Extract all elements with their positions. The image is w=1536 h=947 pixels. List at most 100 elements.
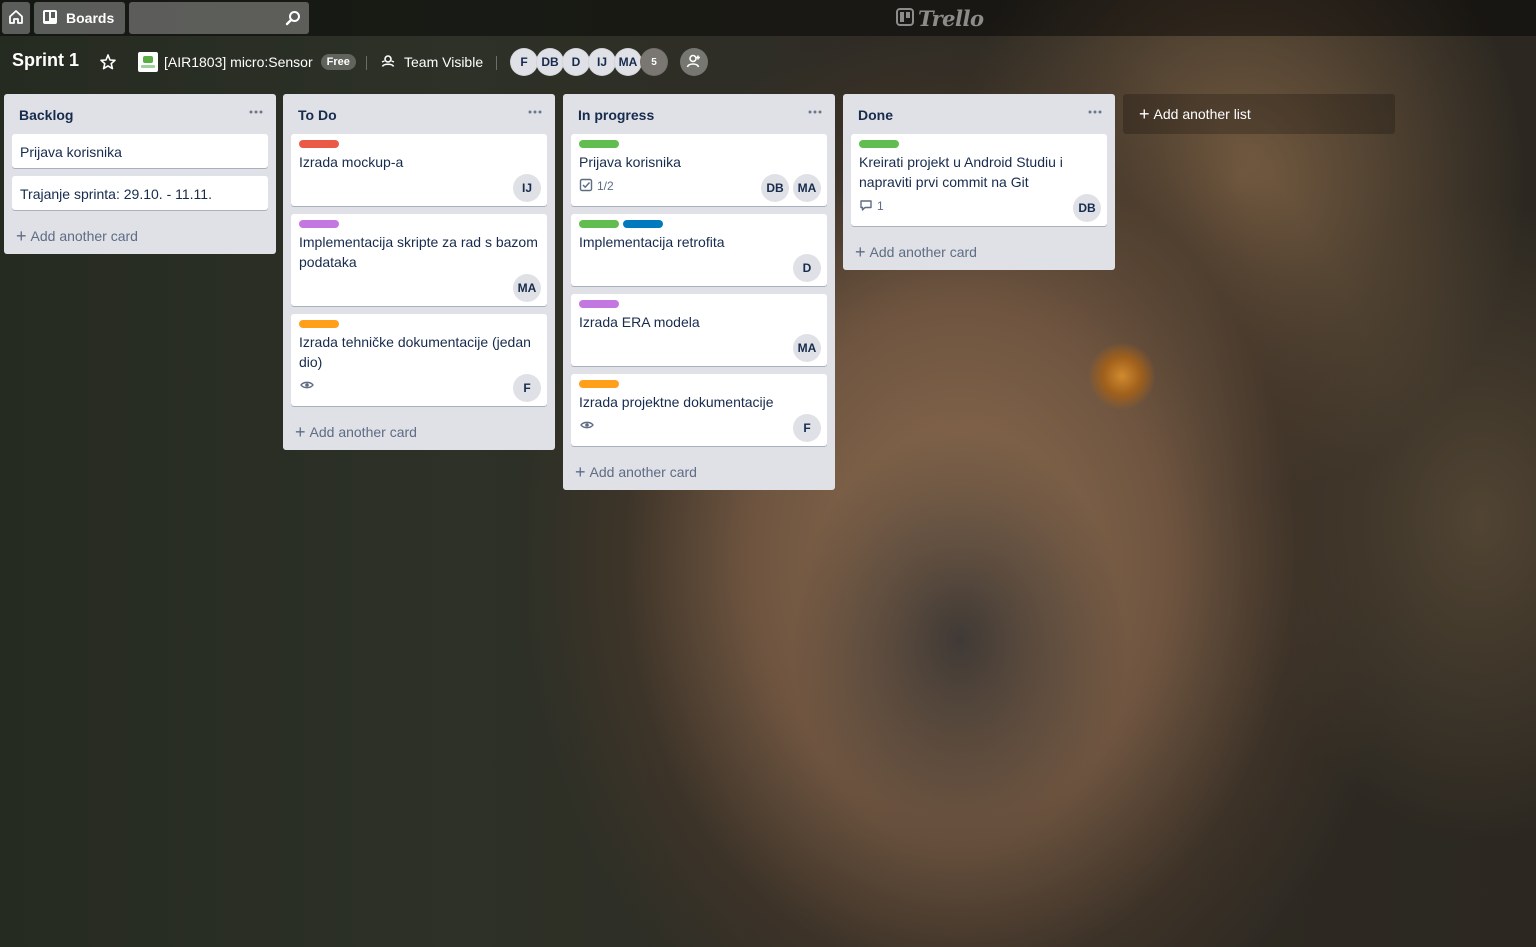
card-member-avatar[interactable]: F bbox=[513, 374, 541, 402]
card-footer: 1 DB bbox=[859, 192, 1101, 224]
boards-button[interactable]: Boards bbox=[34, 2, 125, 34]
card-label[interactable] bbox=[579, 380, 619, 388]
trello-logo[interactable]: Trello bbox=[896, 5, 984, 31]
invite-button[interactable] bbox=[680, 48, 708, 76]
card-title: Izrada mockup-a bbox=[299, 154, 404, 170]
card[interactable]: Implementacija skripte za rad s bazom po… bbox=[291, 214, 547, 306]
list-header: In progress bbox=[563, 94, 835, 134]
card-label[interactable] bbox=[299, 320, 339, 328]
add-list-button[interactable]: + Add another list bbox=[1123, 94, 1395, 134]
card-member-avatar[interactable]: MA bbox=[513, 274, 541, 302]
card-labels bbox=[299, 320, 539, 328]
team-logo-icon bbox=[138, 52, 158, 72]
card-labels bbox=[579, 300, 819, 308]
divider bbox=[366, 56, 367, 70]
card-title: Izrada ERA modela bbox=[579, 314, 700, 330]
card[interactable]: Prijava korisnika bbox=[12, 134, 268, 168]
card-label[interactable] bbox=[859, 140, 899, 148]
plus-icon: + bbox=[1139, 103, 1150, 124]
search-input[interactable] bbox=[129, 2, 279, 34]
list-menu-icon[interactable] bbox=[248, 104, 264, 120]
card-label[interactable] bbox=[299, 220, 339, 228]
card-labels bbox=[579, 140, 819, 148]
top-header: Boards Trello bbox=[0, 0, 1536, 36]
boards-icon bbox=[42, 9, 58, 28]
team-name: [AIR1803] micro:Sensor bbox=[164, 54, 313, 70]
watch-eye-icon bbox=[579, 417, 595, 436]
list-header: To Do bbox=[283, 94, 555, 134]
free-badge: Free bbox=[320, 54, 356, 70]
card-labels bbox=[859, 140, 1099, 148]
card-title: Implementacija retrofita bbox=[579, 234, 725, 250]
card-label[interactable] bbox=[623, 220, 663, 228]
card-footer: IJ bbox=[299, 172, 541, 204]
add-card-button[interactable]: + Add another card bbox=[563, 454, 835, 490]
list-menu-icon[interactable] bbox=[527, 104, 543, 120]
card-labels bbox=[299, 140, 539, 148]
card-title: Trajanje sprinta: 29.10. - 11.11. bbox=[20, 186, 212, 202]
card-title: Prijava korisnika bbox=[579, 154, 681, 170]
home-button[interactable] bbox=[2, 2, 30, 34]
card-member-avatar[interactable]: MA bbox=[793, 174, 821, 202]
list-title[interactable]: In progress bbox=[578, 107, 654, 123]
card-labels bbox=[579, 220, 819, 228]
divider bbox=[496, 56, 497, 70]
card-member-avatar[interactable]: D bbox=[793, 254, 821, 282]
card-labels bbox=[579, 380, 819, 388]
card[interactable]: Prijava korisnika 1/2 DB MA bbox=[571, 134, 827, 206]
card[interactable]: Kreirati projekt u Android Studiu i napr… bbox=[851, 134, 1107, 226]
card[interactable]: Izrada ERA modela MA bbox=[571, 294, 827, 366]
more-members-badge[interactable]: 5 bbox=[640, 48, 668, 76]
list-to-do: To Do Izrada mockup-a IJ Implementacija … bbox=[283, 94, 555, 450]
member-avatar[interactable]: D bbox=[562, 48, 590, 76]
list-title[interactable]: To Do bbox=[298, 107, 337, 123]
list-done: Done Kreirati projekt u Android Studiu i… bbox=[843, 94, 1115, 270]
plus-icon: + bbox=[295, 422, 306, 442]
member-avatar[interactable]: DB bbox=[536, 48, 564, 76]
add-list-label: Add another list bbox=[1153, 106, 1251, 122]
search-icon[interactable] bbox=[285, 10, 301, 29]
team-button[interactable]: [AIR1803] micro:Sensor Free bbox=[138, 50, 356, 74]
card-member-avatar[interactable]: DB bbox=[1073, 194, 1101, 222]
card[interactable]: Trajanje sprinta: 29.10. - 11.11. bbox=[12, 176, 268, 210]
list-menu-icon[interactable] bbox=[807, 104, 823, 120]
card-footer: MA bbox=[579, 332, 821, 364]
add-card-button[interactable]: + Add another card bbox=[843, 234, 1115, 270]
list-title[interactable]: Done bbox=[858, 107, 893, 123]
boards-label: Boards bbox=[66, 10, 115, 26]
card-label[interactable] bbox=[579, 220, 619, 228]
card[interactable]: Izrada mockup-a IJ bbox=[291, 134, 547, 206]
member-avatar[interactable]: MA bbox=[614, 48, 642, 76]
card[interactable]: Implementacija retrofita D bbox=[571, 214, 827, 286]
card-footer: F bbox=[299, 372, 541, 404]
add-member-icon bbox=[686, 53, 702, 72]
visibility-button[interactable]: Team Visible bbox=[380, 50, 483, 74]
checklist-icon bbox=[579, 178, 593, 195]
card-label[interactable] bbox=[579, 300, 619, 308]
list-header: Done bbox=[843, 94, 1115, 134]
add-card-button[interactable]: + Add another card bbox=[4, 218, 276, 254]
visibility-label: Team Visible bbox=[404, 54, 484, 70]
add-card-label: Add another card bbox=[589, 464, 697, 480]
card-title: Izrada tehničke dokumentacije (jedan dio… bbox=[299, 334, 531, 370]
card-member-avatar[interactable]: IJ bbox=[513, 174, 541, 202]
add-card-label: Add another card bbox=[30, 228, 138, 244]
card-label[interactable] bbox=[579, 140, 619, 148]
card-footer: D bbox=[579, 252, 821, 284]
card-member-avatar[interactable]: MA bbox=[793, 334, 821, 362]
search-box[interactable] bbox=[129, 2, 309, 34]
list-header: Backlog bbox=[4, 94, 276, 134]
list-title[interactable]: Backlog bbox=[19, 107, 73, 123]
member-avatar[interactable]: IJ bbox=[588, 48, 616, 76]
add-card-button[interactable]: + Add another card bbox=[283, 414, 555, 450]
card-member-avatar[interactable]: F bbox=[793, 414, 821, 442]
board-title[interactable]: Sprint 1 bbox=[12, 50, 79, 71]
card-labels bbox=[299, 220, 539, 228]
card-label[interactable] bbox=[299, 140, 339, 148]
card-member-avatar[interactable]: DB bbox=[761, 174, 789, 202]
star-button[interactable] bbox=[98, 52, 118, 72]
member-avatar[interactable]: F bbox=[510, 48, 538, 76]
card[interactable]: Izrada projektne dokumentacije F bbox=[571, 374, 827, 446]
list-menu-icon[interactable] bbox=[1087, 104, 1103, 120]
card[interactable]: Izrada tehničke dokumentacije (jedan dio… bbox=[291, 314, 547, 406]
